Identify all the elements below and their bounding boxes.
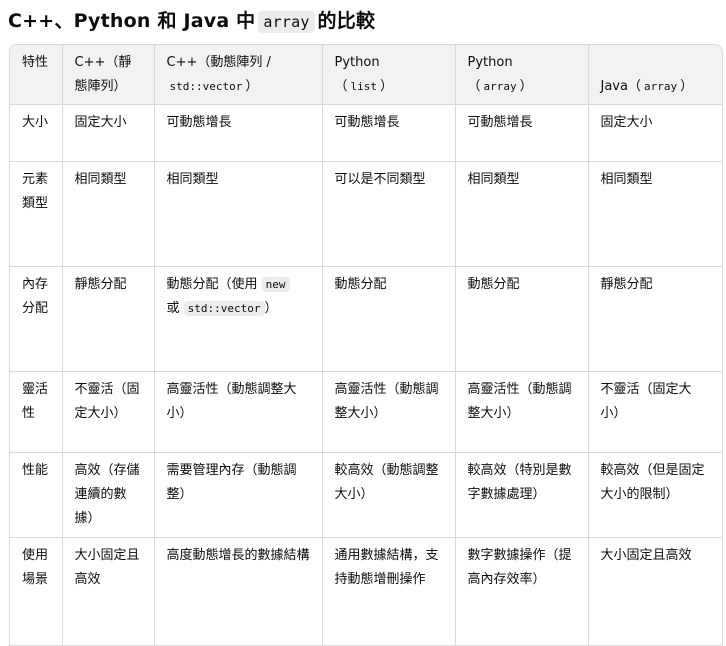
cell-cpp-dynamic-code-new: new: [262, 277, 290, 292]
page: C++、Python 和 Java 中array的比較 特性 C++（靜態陣列）…: [0, 0, 726, 624]
cell-python-list: 動態分配: [322, 267, 455, 372]
cell-feature: 元素類型: [10, 162, 62, 267]
cell-cpp-dynamic: 相同類型: [154, 162, 322, 267]
header-python-list-close: ）: [380, 79, 393, 94]
cell-cpp-dynamic-code-vector: std::vector: [184, 301, 265, 316]
cell-python-array: 相同類型: [455, 162, 588, 267]
cell-feature: 大小: [10, 105, 62, 162]
cell-cpp-static: 靜態分配: [62, 267, 154, 372]
header-python-array-open: （: [468, 79, 481, 94]
header-cpp-dynamic-code: std::vector: [167, 80, 246, 93]
cell-python-list: 通用數據結構，支持動態增刪操作: [322, 538, 455, 646]
header-cpp-dynamic-text: C++（動態陣列 /: [167, 55, 271, 70]
header-cpp-static: C++（靜態陣列）: [62, 45, 154, 105]
header-feature: 特性: [10, 45, 62, 105]
comparison-table-container: 特性 C++（靜態陣列） C++（動態陣列 /std::vector） Pyth…: [9, 44, 723, 646]
cell-cpp-static: 相同類型: [62, 162, 154, 267]
cell-cpp-dynamic: 高靈活性（動態調整大小）: [154, 372, 322, 453]
cell-cpp-static: 大小固定且高效: [62, 538, 154, 646]
cell-java: 不靈活（固定大小）: [588, 372, 722, 453]
cell-python-list: 可以是不同類型: [322, 162, 455, 267]
table-row-performance: 性能 高效（存儲連續的數據） 需要管理內存（動態調整） 較高效（動態調整大小） …: [10, 453, 722, 538]
cell-python-list: 高靈活性（動態調整大小）: [322, 372, 455, 453]
table-header-row: 特性 C++（靜態陣列） C++（動態陣列 /std::vector） Pyth…: [10, 45, 722, 105]
cell-cpp-dynamic: 高度動態增長的數據結構: [154, 538, 322, 646]
header-java-code: array: [641, 80, 680, 93]
header-java-name: Java（: [601, 79, 641, 94]
cell-cpp-static: 固定大小: [62, 105, 154, 162]
cell-cpp-dynamic: 可動態增長: [154, 105, 322, 162]
cell-python-array: 動態分配: [455, 267, 588, 372]
cell-java: 較高效（但是固定大小的限制）: [588, 453, 722, 538]
comparison-table: 特性 C++（靜態陣列） C++（動態陣列 /std::vector） Pyth…: [10, 45, 722, 646]
header-python-array-code: array: [481, 80, 520, 93]
header-python-array: Python （array）: [455, 45, 588, 105]
header-cpp-dynamic-close: ）: [245, 79, 258, 94]
cell-cpp-dynamic-text: 動態分配（使用: [167, 277, 258, 292]
cell-python-list: 較高效（動態調整大小）: [322, 453, 455, 538]
cell-feature: 內存分配: [10, 267, 62, 372]
table-row-flexibility: 靈活性 不靈活（固定大小） 高靈活性（動態調整大小） 高靈活性（動態調整大小） …: [10, 372, 722, 453]
title-prefix: C++、Python 和 Java 中: [8, 10, 255, 32]
title-suffix: 的比較: [318, 10, 376, 32]
header-python-array-close: ）: [520, 79, 533, 94]
cell-python-array: 較高效（特別是數字數據處理）: [455, 453, 588, 538]
header-python-list: Python （list）: [322, 45, 455, 105]
cell-feature: 靈活性: [10, 372, 62, 453]
cell-python-list: 可動態增長: [322, 105, 455, 162]
cell-cpp-dynamic: 動態分配（使用 new或 std::vector）: [154, 267, 322, 372]
cell-feature: 使用場景: [10, 538, 62, 646]
header-python-list-open: （: [335, 79, 348, 94]
cell-python-array: 數字數據操作（提高內存效率）: [455, 538, 588, 646]
cell-python-array: 可動態增長: [455, 105, 588, 162]
table-row-memory-allocation: 內存分配 靜態分配 動態分配（使用 new或 std::vector） 動態分配…: [10, 267, 722, 372]
cell-cpp-dynamic-close: ）: [265, 301, 278, 316]
header-java-close: ）: [680, 79, 693, 94]
header-python-list-name: Python: [335, 55, 380, 70]
cell-feature: 性能: [10, 453, 62, 538]
cell-cpp-dynamic: 需要管理內存（動態調整）: [154, 453, 322, 538]
title-code: array: [258, 11, 314, 33]
cell-python-array: 高靈活性（動態調整大小）: [455, 372, 588, 453]
header-cpp-dynamic: C++（動態陣列 /std::vector）: [154, 45, 322, 105]
table-row-use-case: 使用場景 大小固定且高效 高度動態增長的數據結構 通用數據結構，支持動態增刪操作…: [10, 538, 722, 646]
cell-java: 相同類型: [588, 162, 722, 267]
page-title: C++、Python 和 Java 中array的比較: [8, 6, 375, 33]
cell-java: 靜態分配: [588, 267, 722, 372]
cell-cpp-static: 不靈活（固定大小）: [62, 372, 154, 453]
cell-cpp-static: 高效（存儲連續的數據）: [62, 453, 154, 538]
table-row-size: 大小 固定大小 可動態增長 可動態增長 可動態增長 固定大小: [10, 105, 722, 162]
header-java: Java（array）: [588, 45, 722, 105]
header-python-array-name: Python: [468, 55, 513, 70]
cell-java: 大小固定且高效: [588, 538, 722, 646]
cell-java: 固定大小: [588, 105, 722, 162]
table-row-element-type: 元素類型 相同類型 相同類型 可以是不同類型 相同類型 相同類型: [10, 162, 722, 267]
header-python-list-code: list: [348, 80, 381, 93]
cell-cpp-dynamic-or: 或: [167, 301, 180, 316]
